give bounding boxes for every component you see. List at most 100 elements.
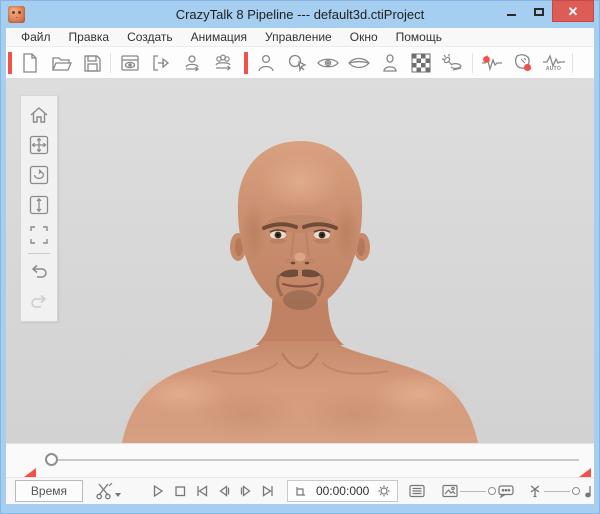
pan-icon	[28, 134, 50, 156]
time-toggle-button[interactable]: Время	[15, 480, 83, 502]
send-group-button[interactable]	[207, 49, 238, 77]
clip-scissors-icon	[95, 482, 113, 500]
auto-motion-label: AUTO	[542, 66, 566, 72]
background-button[interactable]	[405, 49, 436, 77]
record-voice-icon	[480, 52, 504, 74]
maximize-button[interactable]	[525, 0, 552, 22]
range-end-marker[interactable]	[579, 468, 591, 477]
zoom-button[interactable]	[24, 190, 54, 220]
stop-button[interactable]	[169, 480, 191, 502]
open-project-button[interactable]	[45, 49, 76, 77]
go-start-button[interactable]	[191, 480, 213, 502]
step-forward-button[interactable]	[235, 480, 257, 502]
step-back-button[interactable]	[213, 480, 235, 502]
timeline-track[interactable]	[58, 459, 579, 461]
accent-bar	[8, 52, 12, 74]
avatar-editor-button[interactable]	[374, 49, 405, 77]
viewport-tool-palette	[20, 95, 58, 322]
new-project-icon	[19, 52, 41, 74]
toolbar-separator	[472, 53, 473, 73]
close-button[interactable]: ✕	[552, 0, 594, 22]
puppeteer-button[interactable]	[507, 49, 538, 77]
menu-control[interactable]: Управление	[256, 30, 341, 44]
accent-bar	[244, 52, 248, 74]
range-start-marker[interactable]	[24, 468, 36, 477]
slider-line	[460, 491, 486, 492]
redo-button[interactable]	[24, 287, 54, 317]
save-project-button[interactable]	[76, 49, 107, 77]
stop-icon	[173, 484, 187, 498]
minimize-button[interactable]	[498, 0, 525, 22]
actor-icon	[255, 52, 277, 74]
transport-controls	[147, 480, 279, 502]
go-end-button[interactable]	[257, 480, 279, 502]
subtitle-bubble-icon	[498, 484, 514, 498]
export-button[interactable]	[145, 49, 176, 77]
menu-help[interactable]: Помощь	[387, 30, 451, 44]
rotate-button[interactable]	[24, 160, 54, 190]
undo-icon	[28, 261, 50, 283]
eye-editor-icon	[316, 52, 340, 74]
menu-create[interactable]: Создать	[118, 30, 182, 44]
gear-icon	[377, 484, 391, 498]
play-button[interactable]	[147, 480, 169, 502]
main-toolbar: AUTO	[6, 47, 594, 79]
mute-audio-icon	[528, 484, 542, 498]
current-time: 00:00:000	[310, 484, 375, 498]
mouth-editor-icon	[347, 52, 371, 74]
time-settings-button[interactable]	[375, 482, 393, 500]
window-controls: ✕	[498, 0, 594, 22]
frame-toggle[interactable]	[292, 482, 310, 500]
frame-icon	[295, 485, 307, 497]
record-voice-button[interactable]	[476, 49, 507, 77]
send-actor-button[interactable]	[176, 49, 207, 77]
redo-icon	[28, 291, 50, 313]
close-icon: ✕	[568, 5, 579, 18]
menu-animation[interactable]: Анимация	[182, 30, 256, 44]
track-list-button[interactable]	[406, 480, 428, 502]
playback-bar: Время	[6, 477, 594, 504]
undo-button[interactable]	[24, 257, 54, 287]
fit-view-button[interactable]	[24, 220, 54, 250]
palette-separator	[28, 253, 50, 254]
go-start-icon	[195, 484, 209, 498]
titlebar: CrazyTalk 8 Pipeline --- default3d.ctiPr…	[0, 0, 600, 28]
audio-volume-slider	[528, 484, 594, 498]
window-border-bottom	[0, 504, 600, 514]
track-list-icon	[409, 484, 425, 498]
bald-male-3d-bust	[6, 79, 594, 443]
fit-view-icon	[28, 224, 50, 246]
mouth-editor-button[interactable]	[343, 49, 374, 77]
atmosphere-icon	[440, 52, 464, 74]
pan-button[interactable]	[24, 130, 54, 160]
clip-tool-button[interactable]	[95, 482, 121, 500]
menu-edit[interactable]: Правка	[60, 30, 119, 44]
menu-file[interactable]: Файл	[12, 30, 60, 44]
save-project-icon	[81, 52, 103, 74]
timeline-playhead[interactable]	[45, 453, 58, 466]
step-forward-icon	[239, 484, 253, 498]
preview-button[interactable]	[114, 49, 145, 77]
menu-window[interactable]: Окно	[341, 30, 387, 44]
app-window: CrazyTalk 8 Pipeline --- default3d.ctiPr…	[0, 0, 600, 514]
home-icon	[28, 104, 50, 126]
select-button[interactable]	[281, 49, 312, 77]
viewport-canvas[interactable]	[6, 79, 594, 443]
slider-line	[544, 491, 570, 492]
atmosphere-button[interactable]	[436, 49, 467, 77]
export-icon	[150, 52, 172, 74]
auto-motion-button[interactable]: AUTO	[538, 49, 569, 77]
go-end-icon	[261, 484, 275, 498]
image-subtitle-slider	[442, 484, 514, 498]
toolbar-separator	[110, 53, 111, 73]
slider-knob[interactable]	[488, 487, 496, 495]
maximize-icon	[534, 8, 544, 16]
toolbar-separator	[572, 53, 573, 73]
step-back-icon	[217, 484, 231, 498]
picture-icon	[442, 484, 458, 498]
actor-button[interactable]	[250, 49, 281, 77]
slider-knob[interactable]	[572, 487, 580, 495]
eye-editor-button[interactable]	[312, 49, 343, 77]
home-button[interactable]	[24, 100, 54, 130]
new-project-button[interactable]	[14, 49, 45, 77]
